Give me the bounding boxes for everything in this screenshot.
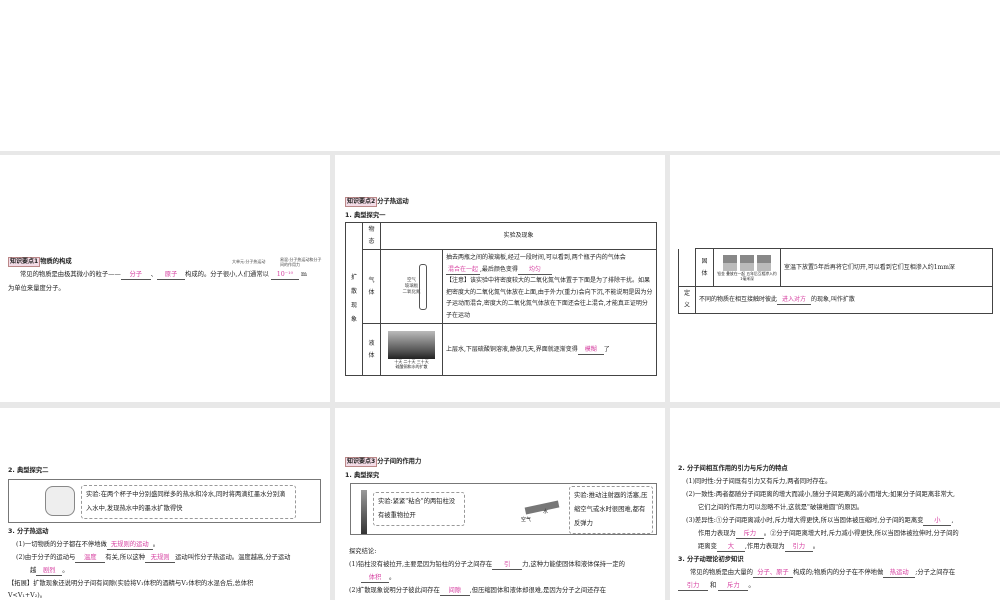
subheading: 3. 分子热运动 <box>8 528 49 535</box>
answer-blank[interactable]: 温度 <box>75 553 106 563</box>
definition-text: 不同的物质在相互接触时彼此 进入对方 的现象,叫作扩散 <box>695 286 993 314</box>
paragraph-line: (1)同时性:分子间既有引力又有斥力,两者同时存在。 <box>686 478 832 485</box>
gas-description: 抽去两瓶之间的玻璃板,经过一段时间,可以看到,两个瓶子内的气体会混合在一起 ,最后… <box>442 249 657 324</box>
answer-blank[interactable]: 大 <box>716 542 745 552</box>
panel-force-characteristics: 2. 分子间相互作用的引力与斥力的特点 (1)同时性:分子间既有引力又有斥力,两… <box>670 408 1000 600</box>
paragraph-line: (2)由于分子的运动与 温度 有关,所以这种 无规则 运动叫作分子热运动。温度越高,分子… <box>16 553 291 563</box>
side-note-2: 易混:分子热运动和分子间的作用力 <box>280 257 322 267</box>
experiment-text-lead: 实验:紧紧"粘合"的两铅柱没有被重物拉开 <box>373 492 465 526</box>
answer-blank[interactable]: 无规则 <box>145 553 176 563</box>
subheading: 3. 分子动理论初步知识 <box>678 556 744 563</box>
experiment-box: 实验:在两个杯子中分别盛同样多的热水和冷水,同时将两滴红墨水分别滴入水中,发现热… <box>8 479 321 523</box>
panel-structure-of-matter: 知识要点1 物质的构成 大单元:分子热运动 易混:分子热运动和分子间的作用力 常见… <box>0 155 330 402</box>
knowledge-tag: 知识要点3 <box>345 457 378 467</box>
answer-blank[interactable]: 均匀 <box>517 265 552 275</box>
panel-intermolecular-force: 知识要点3 分子间的作用力 1. 典型探究 实验:紧紧"粘合"的两铅柱没有被重物拉… <box>335 408 665 600</box>
row-header-diffusion: 扩散现象 <box>345 222 363 376</box>
answer-blank[interactable]: 10⁻¹⁰ <box>270 270 299 280</box>
diffusion-table: 扩散现象 物态 实验及现象 气体 空气 玻璃板 二氧化氮 抽去两瓶之间的玻璃板,经过一段… <box>345 222 657 376</box>
lead-cylinders-illustration <box>361 490 367 534</box>
paragraph-line: 为单位来量度分子。 <box>8 285 65 292</box>
solid-illustration: 铅金 叠放在一起 五年后互相渗入约1毫米深 <box>713 248 781 287</box>
experiment-box: 实验:紧紧"粘合"的两铅柱没有被重物拉开 水空气 实验:推动注射器的活塞,压缩空… <box>350 483 657 535</box>
solid-description: 室温下放置5年后再将它们切开,可以看到它们互相渗入约1mm深 <box>780 248 993 287</box>
definition-label: 定义 <box>678 286 696 314</box>
paragraph-line: 越剧烈。 <box>30 566 69 576</box>
subheading: 2. 分子间相互作用的引力与斥力的特点 <box>678 465 788 472</box>
answer-blank[interactable]: 斥力 <box>718 581 749 591</box>
conclusion-label: 探究结论: <box>349 548 377 555</box>
col-header-experiment: 实验及现象 <box>380 222 657 250</box>
answer-blank[interactable]: 体积 <box>361 573 389 583</box>
knowledge-tag: 知识要点1 <box>8 257 41 267</box>
answer-blank[interactable]: 斥力 <box>735 529 764 539</box>
answer-blank[interactable]: 分子 <box>120 270 151 280</box>
answer-blank[interactable]: 引力 <box>784 542 813 552</box>
subheading: 1. 典型探究一 <box>345 212 386 219</box>
diffusion-table-continued: 固体 铅金 叠放在一起 五年后互相渗入约1毫米深 室温下放置5年后再将它们切开,… <box>678 248 993 314</box>
panel-molecular-motion: 知识要点2 分子热运动 1. 典型探究一 扩散现象 物态 实验及现象 气体 空气 玻璃板… <box>335 155 665 402</box>
extension-note: V<V₁+V₂)。 <box>8 592 46 599</box>
panel-diffusion-continued: 固体 铅金 叠放在一起 五年后互相渗入约1毫米深 室温下放置5年后再将它们切开,… <box>670 155 1000 402</box>
answer-blank[interactable]: 热运动 <box>883 568 916 578</box>
experiment-text: 实验:在两个杯子中分别盛同样多的热水和冷水,同时将两滴红墨水分别滴入水中,发现热… <box>81 485 296 519</box>
paragraph-line: (1)一切物质的分子都在不停地做 无规则的运动。 <box>16 540 160 550</box>
section-header: 知识要点2 分子热运动 <box>345 195 409 208</box>
note-text: 【注意】该实验中将密度较大的二氧化氮气体置于下面是为了排除干扰。如果把密度大的二… <box>446 277 653 319</box>
knowledge-tag: 知识要点2 <box>345 197 378 207</box>
paragraph-line: (2)一致性:两者都随分子间距离的增大而减小,随分子间距离的减小而增大;如果分子… <box>686 491 956 498</box>
answer-blank[interactable]: 小 <box>923 516 952 526</box>
state-gas: 气体 <box>362 249 381 324</box>
paragraph-line: 常见的物质是由大量的 分子、原子 构成的;物质内的分子在不停地做 热运动 ;分子之间存在 <box>690 568 956 578</box>
answer-blank[interactable]: 混合在一起 <box>446 265 480 275</box>
section-header: 知识要点1 物质的构成 <box>8 255 72 268</box>
gas-illustration: 空气 玻璃板 二氧化氮 <box>380 249 443 324</box>
liquid-illustration: 十天 二十天 三十天 硫酸铜和水的扩散 <box>380 323 443 376</box>
answer-blank[interactable]: 剧烈 <box>36 566 63 576</box>
state-liquid: 液体 <box>362 323 381 376</box>
paragraph-line: 作用力表现为 斥力 。②分子间距离增大时,斥力减小得更快,所以当固体被拉伸时,分子间… <box>698 529 959 539</box>
section-title: 分子间的作用力 <box>377 458 422 465</box>
experiment-text-syringe: 实验:推动注射器的活塞,压缩空气或水时很困难,都有反弹力 <box>569 486 653 534</box>
syringe-illustration: 水空气 <box>511 498 567 526</box>
answer-blank[interactable]: 分子、原子 <box>752 568 793 578</box>
paragraph-line: (2)扩散现象说明分子彼此间存在 间隙 ,但压缩固体和液体却很难,是因为分子之间还存… <box>349 586 607 596</box>
subheading: 2. 典型探究二 <box>8 467 49 474</box>
answer-blank[interactable]: 引力 <box>678 581 708 591</box>
top-blank-area <box>0 0 1000 151</box>
side-note-1: 大单元:分子热运动 <box>232 259 266 264</box>
paragraph-line: (3)差异性:①分子间距离减小时,斥力增大得更快,所以当固体被压缩时,分子间的距… <box>686 516 954 526</box>
section-header: 知识要点3 分子间的作用力 <box>345 455 421 468</box>
section-title: 分子热运动 <box>377 198 409 205</box>
col-header-state: 物态 <box>362 222 381 250</box>
subheading: 1. 典型探究 <box>345 472 380 479</box>
answer-blank[interactable]: 间隙 <box>439 586 470 596</box>
liquid-description: 上层水,下层硫酸铜溶液,静放几天,界面就逐渐变得 模糊了 <box>442 323 657 376</box>
answer-blank[interactable]: 引 <box>492 560 523 570</box>
section-title: 物质的构成 <box>40 258 72 265</box>
paragraph-line: 它们之间的作用力可以忽略不计,这就是"破镜难圆"的原因。 <box>698 504 864 511</box>
paragraph-line: 体积。 <box>361 571 395 584</box>
person-cups-illustration <box>45 486 75 516</box>
answer-blank[interactable]: 模糊 <box>577 345 604 355</box>
answer-blank[interactable]: 原子 <box>157 270 186 280</box>
answer-blank[interactable]: 进入对方 <box>777 295 812 305</box>
panel-typical-inquiry-two: 2. 典型探究二 实验:在两个杯子中分别盛同样多的热水和冷水,同时将两滴红墨水分… <box>0 408 330 600</box>
paragraph-line: 距离变大 ,作用力表现为 引力。 <box>698 542 819 552</box>
paragraph-line: 引力 和 斥力。 <box>678 579 755 592</box>
paragraph-line: (1)铅柱没有被拉开,主要是因为铅柱的分子之间存在引力,这种力能使固体和液体保持… <box>349 560 625 570</box>
state-solid: 固体 <box>695 248 714 287</box>
answer-blank[interactable]: 无规则的运动 <box>106 540 153 550</box>
paragraph-line: 常见的物质是由极其微小的粒子—— 分子、原子 构成的。分子很小,人们通常以 10⁻¹… <box>20 270 307 280</box>
